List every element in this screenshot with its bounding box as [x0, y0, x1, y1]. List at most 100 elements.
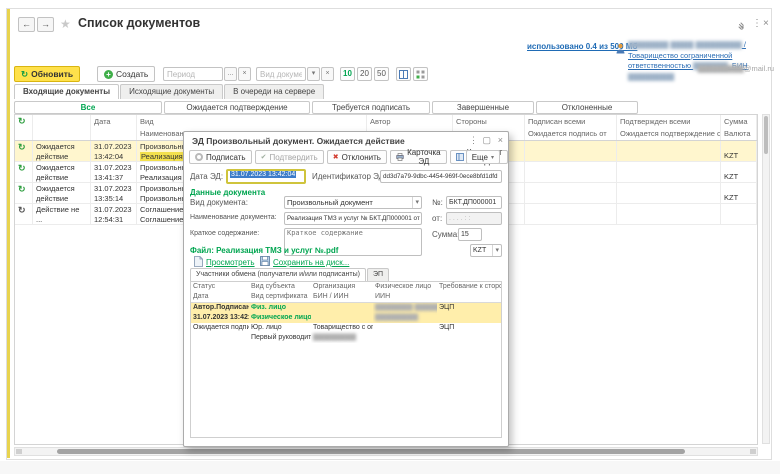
pcol-org[interactable]: Организация — [313, 282, 371, 292]
tab-queue[interactable]: В очереди на сервере — [224, 84, 324, 99]
action-not-required-icon: ↻ — [18, 205, 26, 215]
col-kind[interactable]: Вид — [140, 116, 363, 128]
participant-subject: Физ. лицо — [251, 303, 309, 313]
page-size-20[interactable]: 20 — [357, 67, 372, 81]
view-file-link[interactable]: Просмотреть — [206, 258, 255, 267]
pcol-iin[interactable]: ИИН — [375, 292, 435, 302]
dialog-maximize-icon[interactable]: ▢ — [482, 135, 491, 146]
decline-label: Отклонить — [342, 153, 381, 162]
awaiting-action-icon: ↻ — [18, 163, 26, 173]
period-input[interactable] — [163, 67, 223, 81]
ed-date-value: 31.07.2023 13:42:04 — [230, 171, 296, 178]
more-menu-icon[interactable]: ⋮ — [752, 18, 762, 29]
pcol-bin[interactable]: БИН / ИИН — [313, 292, 371, 302]
participant-status: Ожидается подпись — [193, 323, 247, 333]
create-label: Создать — [116, 69, 148, 79]
page-size-10[interactable]: 10 — [340, 67, 355, 81]
doc-sum-field[interactable]: 15 — [458, 228, 482, 241]
dialog-more-icon[interactable]: ⋮ — [469, 135, 478, 146]
ed-card-button[interactable]: Карточка ЭД — [390, 150, 447, 164]
col-sum[interactable]: Сумма — [724, 116, 753, 128]
favorite-star-icon[interactable]: ★ — [60, 17, 71, 31]
refresh-button[interactable]: ↻ Обновить — [14, 66, 80, 82]
row-status: Ожидается действие — [36, 142, 87, 161]
pcol-person[interactable]: Физическое лицо — [375, 282, 435, 292]
dialog-close-icon[interactable]: × — [498, 135, 503, 145]
forward-button[interactable]: → — [37, 17, 54, 32]
ed-date-field[interactable]: 31.07.2023 13:42:04 — [226, 169, 306, 184]
doc-name-field[interactable]: Реализация ТМЗ и услуг № БКТ.ДП000001 от… — [284, 212, 422, 225]
filter-all[interactable]: Все — [14, 101, 162, 114]
user-email: ▇▇▇▇▇▇▇▇@mail.ru — [628, 64, 774, 73]
view-mode-button[interactable] — [396, 67, 411, 81]
ed-id-field[interactable]: dd3d7a79-9dbc-4454-969f-0ece8bfd1dfd — [380, 170, 502, 183]
col-signed-all[interactable]: Подписан всеми — [528, 116, 613, 128]
participant-requirement: ЭЦП — [439, 323, 499, 333]
period-choose-button[interactable]: ... — [224, 67, 237, 81]
horizontal-scrollbar-thumb[interactable] — [57, 449, 685, 454]
page-size-50[interactable]: 50 — [374, 67, 389, 81]
save-file-link[interactable]: Сохранить на диск... — [273, 258, 349, 267]
tab-participants[interactable]: Участники обмена (получатели и/или подпи… — [190, 268, 366, 281]
bundle-icon — [456, 153, 464, 161]
filter-need-sign[interactable]: Требуется подписать — [312, 101, 430, 114]
horizontal-scrollbar[interactable] — [14, 447, 758, 456]
create-button[interactable]: + Создать — [97, 66, 155, 82]
doc-number-field[interactable]: БКТ.ДП000001 — [446, 196, 502, 209]
document-tabs: Входящие документы Исходящие документы В… — [14, 84, 325, 99]
doc-type-dropdown-button[interactable]: ▾ — [307, 67, 320, 81]
tab-signatures[interactable]: ЭП — [367, 268, 389, 281]
printer-icon — [396, 153, 404, 161]
combo-arrow-icon[interactable]: ▾ — [492, 245, 499, 256]
combo-arrow-icon[interactable]: ▾ — [412, 197, 419, 208]
tab-outgoing[interactable]: Исходящие документы — [120, 84, 223, 99]
ed-document-dialog: ЭД Произвольный документ. Ожидается дейс… — [183, 131, 509, 447]
scroll-right-button[interactable] — [750, 449, 756, 454]
col-currency[interactable]: Валюта — [724, 128, 753, 140]
col-author[interactable]: Автор — [370, 116, 449, 128]
period-clear-button[interactable]: × — [238, 67, 251, 81]
vertical-scrollbar-thumb[interactable] — [764, 116, 768, 154]
doc-type-input[interactable] — [256, 67, 306, 81]
doc-kind-value: Произвольный документ — [287, 198, 373, 207]
get-link-icon[interactable] — [736, 21, 746, 31]
doc-currency-combo[interactable]: ▾ KZT — [470, 244, 502, 257]
current-user-info[interactable]: ▇▇▇▇▇▇▇ ▇▇▇▇ ▇▇▇▇▇▇▇▇ / Товарищество сог… — [628, 39, 774, 81]
doc-type-clear-button[interactable]: × — [321, 67, 334, 81]
close-window-icon[interactable]: × — [763, 18, 769, 29]
pcol-status[interactable]: Статус — [193, 282, 247, 292]
back-button[interactable]: ← — [18, 17, 35, 32]
col-parties[interactable]: Стороны — [456, 116, 521, 128]
filter-declined[interactable]: Отклоненные — [536, 101, 638, 114]
doc-summary-label: Краткое содержание: — [190, 230, 259, 237]
doc-from-field[interactable]: . . . . : : — [446, 212, 502, 225]
tab-incoming[interactable]: Входящие документы — [14, 84, 119, 99]
pcol-date[interactable]: Дата — [193, 292, 247, 302]
scroll-left-button[interactable] — [16, 449, 22, 454]
filter-completed[interactable]: Завершенные — [432, 101, 534, 114]
sign-button[interactable]: Подписать — [189, 150, 252, 164]
confirm-button[interactable]: ✔ Подтвердить — [255, 150, 324, 164]
pcol-cert[interactable]: Вид сертификата — [251, 292, 309, 302]
doc-kind-combo[interactable]: ▾ Произвольный документ — [284, 196, 422, 209]
col-confirmed-all[interactable]: Подтвержден всеми — [620, 116, 717, 128]
row-currency: KZT — [724, 151, 753, 161]
form-settings-button[interactable] — [413, 67, 428, 81]
participant-iin-redacted: ▇▇▇▇▇▇▇▇ — [375, 313, 435, 323]
participant-row[interactable]: Ожидается подпись Юр. лицо Первый руково… — [191, 323, 501, 343]
pcol-requirement[interactable]: Требование к стороне — [439, 282, 499, 292]
pcol-subject[interactable]: Вид субъекта — [251, 282, 309, 292]
decline-button[interactable]: ✖ Отклонить — [327, 150, 387, 164]
participant-requirement: ЭЦП — [439, 303, 499, 313]
more-button[interactable]: Еще ▾ — [466, 150, 500, 164]
row-status: Ожидается действие — [36, 163, 87, 182]
participant-row[interactable]: Автор.Подписан 31.07.2023 13:42:04 Физ. … — [191, 303, 501, 323]
vertical-scrollbar[interactable] — [762, 114, 770, 444]
col-date[interactable]: Дата — [94, 116, 133, 128]
col-awaiting-confirm[interactable]: Ожидается подтверждение от — [620, 128, 717, 140]
confirm-label: Подтвердить — [269, 153, 317, 162]
filter-awaiting-confirm[interactable]: Ожидается подтверждение — [164, 101, 310, 114]
col-awaiting-sign[interactable]: Ожидается подпись от — [528, 128, 613, 140]
save-icon — [260, 256, 270, 266]
row-status: Действие не ... — [36, 205, 87, 224]
